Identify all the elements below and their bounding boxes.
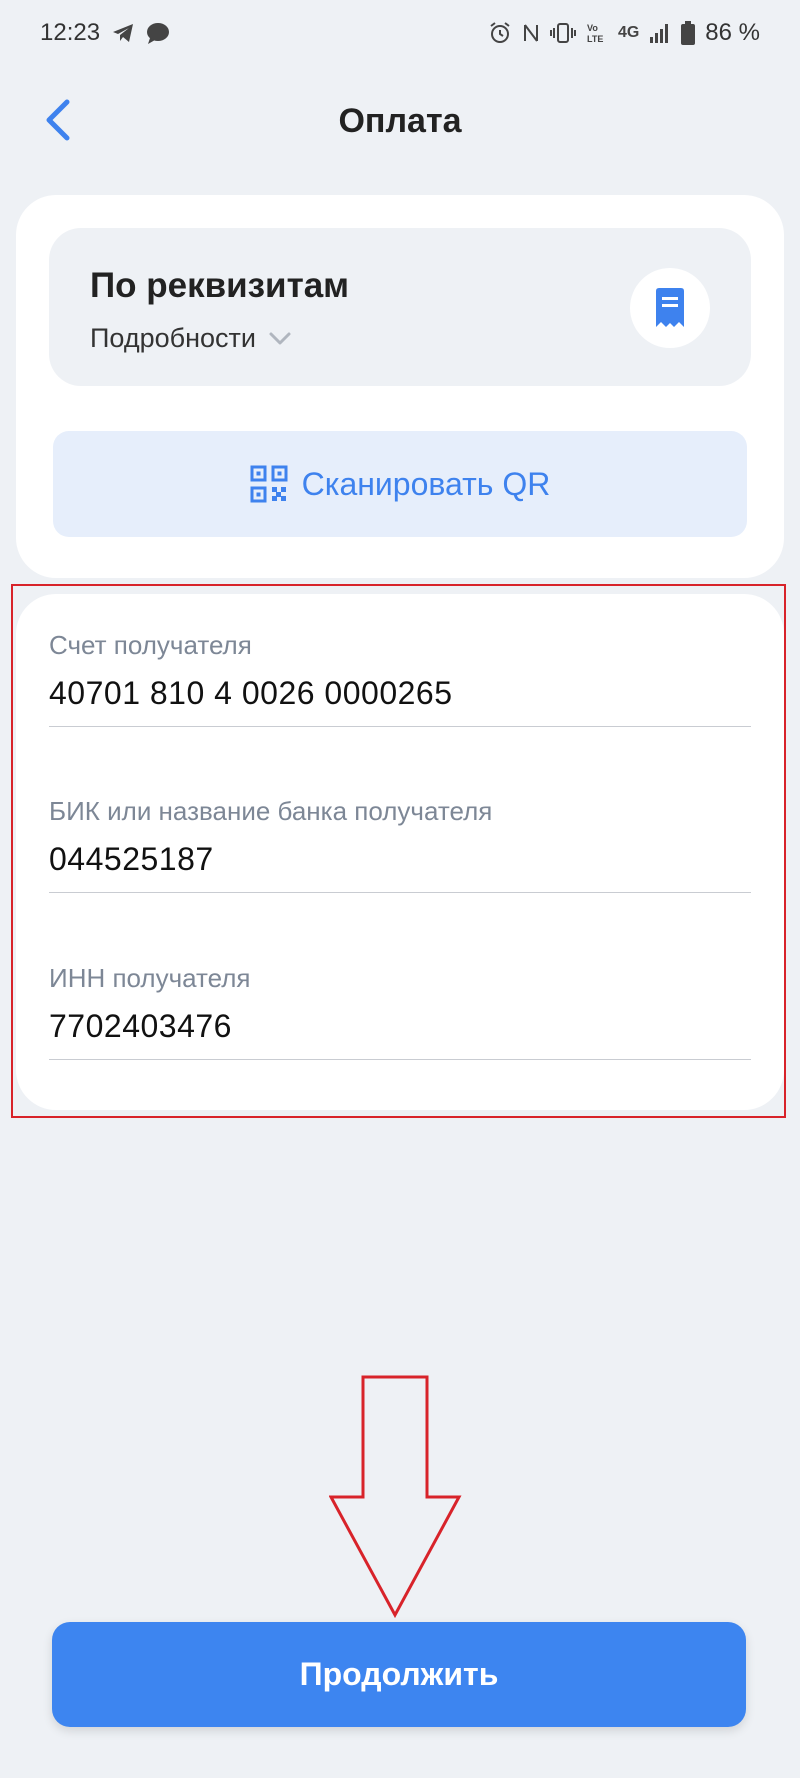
account-field-value[interactable]: 40701 810 4 0026 0000265 [49, 675, 751, 712]
status-time: 12:23 [40, 19, 101, 46]
details-toggle[interactable]: Подробности [90, 323, 292, 354]
inn-field-label: ИНН получателя [49, 963, 251, 993]
back-button[interactable] [36, 98, 80, 142]
battery-icon [681, 21, 696, 45]
status-bar: 12:23 Vo LTE 4G 86 % [0, 0, 800, 66]
account-field-label: Счет получателя [49, 630, 252, 660]
inn-field-value[interactable]: 7702403476 [49, 1008, 751, 1045]
field-underline [49, 1059, 751, 1060]
field-underline [49, 892, 751, 893]
nfc-icon [522, 22, 540, 44]
qr-code-icon [250, 465, 288, 503]
battery-level: 86 % [705, 19, 760, 46]
chat-icon [146, 22, 170, 44]
signal-icon [649, 22, 671, 44]
payment-method-title: По реквизитам [90, 266, 350, 305]
svg-text:Vo: Vo [587, 23, 598, 33]
receipt-icon [656, 288, 684, 327]
field-underline [49, 726, 751, 727]
svg-text:LTE: LTE [587, 34, 603, 44]
details-label: Подробности [90, 323, 256, 353]
telegram-icon [112, 23, 134, 43]
scan-qr-button[interactable]: Сканировать QR [53, 431, 747, 537]
payment-method-card: По реквизитам Подробности Сканировать QR [16, 195, 784, 578]
bank-bic-field-label: БИК или название банка получателя [49, 796, 493, 826]
scan-qr-label: Сканировать QR [301, 465, 551, 502]
network-type: 4G [617, 24, 640, 41]
volte-icon: Vo LTE [586, 21, 608, 45]
receipt-badge [630, 268, 710, 348]
continue-button-label: Продолжить [299, 1656, 499, 1692]
page-title: Оплата [338, 101, 462, 140]
annotation-arrow-icon [329, 1375, 462, 1619]
vibrate-icon [549, 22, 576, 44]
alarm-icon [488, 21, 512, 45]
account-field[interactable]: Счет получателя 40701 810 4 0026 0000265 [49, 630, 751, 727]
payment-method-box: По реквизитам Подробности [49, 228, 751, 386]
inn-field[interactable]: ИНН получателя 7702403476 [49, 963, 751, 1060]
recipient-fields-card: Счет получателя 40701 810 4 0026 0000265… [16, 594, 784, 1110]
header: Оплата [0, 76, 800, 166]
bank-bic-field[interactable]: БИК или название банка получателя 044525… [49, 796, 751, 893]
chevron-down-icon [269, 332, 291, 344]
continue-button[interactable]: Продолжить [52, 1622, 746, 1727]
chevron-left-icon [46, 99, 70, 141]
bank-bic-field-value[interactable]: 044525187 [49, 841, 751, 878]
